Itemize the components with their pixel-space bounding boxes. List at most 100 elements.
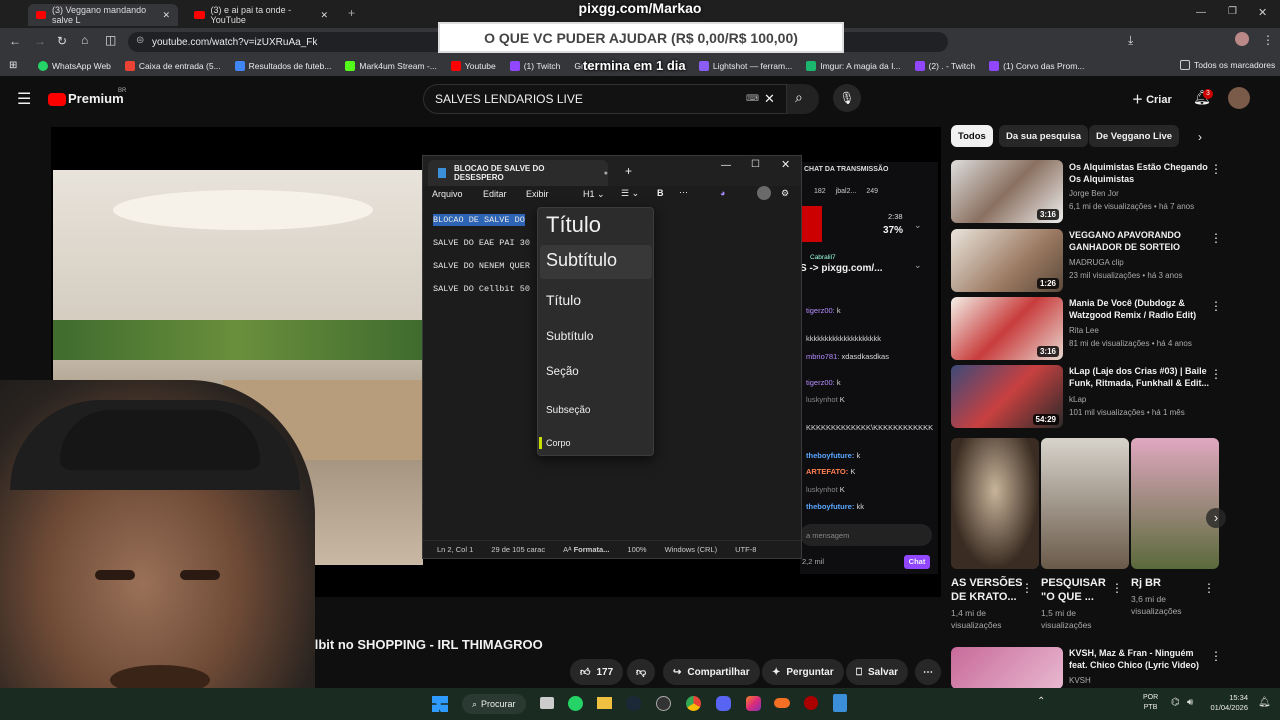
microphone-icon[interactable]: 🎙︎ [833, 84, 861, 112]
keyboard-icon[interactable]: ⌨ [746, 93, 759, 104]
bookmark-item[interactable]: (2) . - Twitch [914, 61, 975, 71]
bookmark-item[interactable]: (1) Corvo das Prom... [989, 61, 1084, 71]
windows-start-icon[interactable] [432, 696, 448, 712]
home-icon[interactable]: ⌂ [81, 33, 88, 47]
chevron-right-icon[interactable]: › [1206, 508, 1226, 528]
more-options-icon[interactable]: ⋮ [1021, 581, 1033, 595]
more-options-icon[interactable]: ⋮ [1210, 367, 1222, 381]
more-icon[interactable]: ⋯ [679, 187, 688, 198]
search-input[interactable]: SALVES LENDARIOS LIVE ⌨ ✕ [423, 84, 787, 114]
save-button[interactable]: ⎕ Salvar [846, 659, 909, 685]
all-bookmarks[interactable]: Todos os marcadores [1180, 60, 1275, 70]
more-options-icon[interactable]: ⋮ [1210, 231, 1222, 245]
video-title[interactable]: Os Alquimistas Estão Chegando Os Alquimi… [1069, 161, 1209, 185]
network-icon[interactable]: ⌬ [1171, 697, 1180, 708]
avatar[interactable] [1228, 87, 1250, 109]
list-icon[interactable]: ☰ ⌄ [621, 188, 639, 199]
channel-name[interactable]: Jorge Ben Jor [1069, 189, 1119, 198]
dislike-button[interactable]: 👎︎ [627, 659, 656, 685]
bold-icon[interactable]: B [657, 188, 664, 198]
chip-all[interactable]: Todos [951, 125, 993, 147]
video-title[interactable]: VEGGANO APAVORANDO GANHADOR DE SORTEIO [1069, 229, 1209, 253]
soundcloud-icon[interactable] [774, 698, 790, 708]
new-tab-icon[interactable]: + [625, 164, 632, 178]
file-explorer-icon[interactable] [597, 697, 612, 709]
bookmark-item[interactable]: Resultados de futeb... [234, 61, 331, 71]
task-view-icon[interactable] [540, 697, 554, 709]
more-menu-icon[interactable]: ⋮ [1262, 33, 1274, 47]
option-subtitle-large[interactable]: Subtítulo [546, 250, 617, 271]
short-thumbnail[interactable] [951, 438, 1039, 569]
video-thumbnail[interactable]: 3:16 [951, 160, 1063, 223]
youtube-logo[interactable]: Premium [68, 91, 124, 106]
hamburger-menu-icon[interactable]: ☰ [17, 89, 31, 109]
short-thumbnail[interactable] [1131, 438, 1219, 569]
bookmark-item[interactable]: Youtube [450, 61, 496, 71]
heading-select[interactable]: H1 ⌄ [583, 189, 605, 200]
discord-icon[interactable] [716, 696, 731, 711]
option-subsection[interactable]: Subseção [546, 405, 590, 416]
profile-avatar[interactable] [1235, 32, 1249, 46]
more-options-icon[interactable]: ⋮ [1210, 649, 1222, 663]
chevron-right-icon[interactable]: › [1198, 130, 1202, 144]
language-indicator[interactable]: POR PTB [1143, 693, 1158, 713]
video-thumbnail[interactable] [951, 647, 1063, 689]
video-title[interactable]: Mania De Você (Dubdogz & Watzgood Remix … [1069, 297, 1209, 321]
channel-name[interactable]: MADRUGA clip [1069, 258, 1124, 267]
chevron-down-icon[interactable]: ⌄ [914, 220, 922, 231]
video-title[interactable]: KVSH, Maz & Fran - Ninguém feat. Chico C… [1069, 647, 1209, 671]
video-thumbnail[interactable]: 1:26 [951, 229, 1063, 292]
maximize-icon[interactable]: ☐ [751, 159, 760, 170]
notification-center-icon[interactable]: 🔔︎ [1258, 697, 1271, 708]
option-subtitle[interactable]: Subtítulo [546, 329, 593, 343]
clock[interactable]: 15:34 01/04/2026 [1208, 693, 1248, 713]
video-thumbnail[interactable]: 3:16 [951, 297, 1063, 360]
menu-view[interactable]: Exibir [526, 189, 549, 199]
unsaved-dot-icon[interactable]: ● [604, 170, 608, 177]
copilot-icon[interactable]: ◕ [720, 188, 725, 198]
chevron-down-icon[interactable]: ⌄ [914, 260, 922, 271]
more-options-icon[interactable]: ⋮ [1111, 581, 1123, 595]
more-options-icon[interactable]: ⋮ [1210, 299, 1222, 313]
download-icon[interactable]: ⤓ [1128, 33, 1133, 48]
steam-icon[interactable] [626, 696, 641, 711]
channel-name[interactable]: Rita Lee [1069, 326, 1099, 335]
avatar[interactable] [757, 186, 771, 200]
volume-icon[interactable]: 🔊︎ [1187, 697, 1193, 708]
bookmark-item[interactable]: Caixa de entrada (5... [124, 61, 221, 71]
bookmark-item[interactable]: Lightshot — ferram... [698, 61, 792, 71]
forward-icon[interactable]: → [34, 34, 46, 48]
gear-icon[interactable]: ⚙ [781, 188, 789, 199]
more-options-icon[interactable]: ⋮ [1203, 581, 1215, 595]
video-thumbnail[interactable]: 54:29 [951, 365, 1063, 428]
bookmark-item[interactable]: Mark4um Stream -... [345, 61, 437, 71]
chip-from-search[interactable]: Da sua pesquisa [999, 125, 1088, 147]
taskbar-search[interactable]: ⌕ Procurar [462, 694, 526, 714]
bookmark-item[interactable]: (1) Twitch [509, 61, 560, 71]
clear-search-icon[interactable]: ✕ [764, 91, 775, 107]
menu-edit[interactable]: Editar [483, 189, 507, 199]
bookmark-item[interactable]: Imgur: A magia da I... [806, 61, 901, 71]
youtube-logo-icon[interactable] [48, 93, 66, 106]
menu-file[interactable]: Arquivo [432, 189, 463, 199]
more-options-icon[interactable]: ⋮ [1210, 162, 1222, 176]
short-title[interactable]: Rj BR [1131, 576, 1203, 590]
reload-icon[interactable]: ↻ [57, 34, 67, 48]
sidebar-icon[interactable]: ◫ [105, 33, 116, 47]
apps-grid-icon[interactable]: ⊞ [9, 60, 17, 71]
create-button[interactable]: ＋ Criar [1132, 91, 1172, 107]
short-thumbnail[interactable] [1041, 438, 1129, 569]
chat-button[interactable]: Chat [904, 555, 930, 569]
search-button[interactable]: ⌕ [787, 84, 819, 114]
close-icon[interactable]: ✕ [781, 158, 790, 171]
site-info-icon[interactable]: ⊜ [136, 35, 144, 46]
notepad-icon[interactable] [833, 694, 847, 712]
chrome-icon[interactable] [686, 696, 701, 711]
chat-input[interactable]: a mensagem [800, 524, 932, 546]
option-section[interactable]: Seção [546, 366, 579, 378]
short-title[interactable]: PESQUISAR "O QUE ... [1041, 576, 1113, 604]
back-icon[interactable]: ← [9, 34, 21, 48]
option-title-large[interactable]: Título [546, 212, 601, 238]
option-body[interactable]: Corpo [546, 438, 571, 448]
notepad-tab[interactable]: BLOCAO DE SALVE DO DESESPERO ● [428, 160, 608, 186]
